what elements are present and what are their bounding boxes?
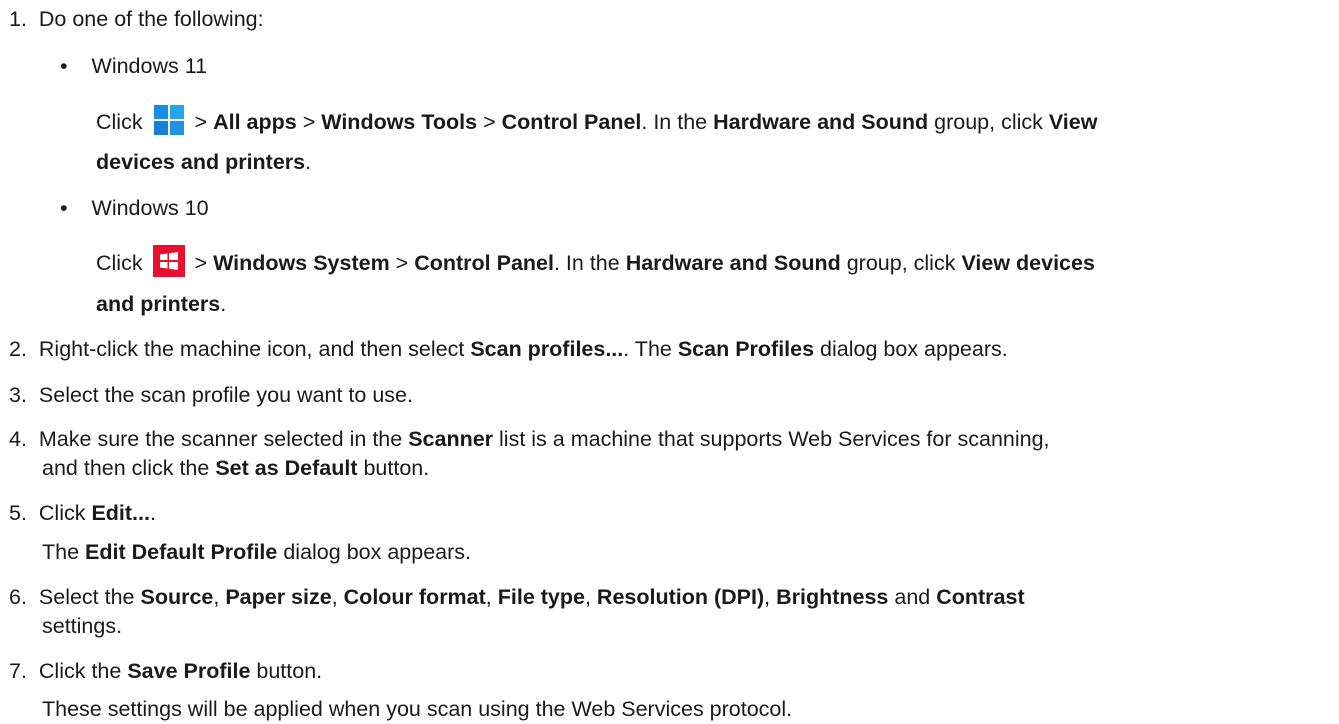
- step-number: 1.: [9, 7, 27, 31]
- step-7-line-2: These settings will be applied when you …: [42, 697, 793, 721]
- windows-11-instructions-line-1: Click > All apps > Windows Tools > Contr…: [96, 105, 1098, 136]
- step-1: 1. Do one of the following:: [9, 7, 264, 31]
- step-number: 7.: [9, 659, 27, 683]
- bullet: •: [60, 54, 68, 78]
- save-profile-label: Save Profile: [127, 659, 251, 683]
- step-2: 2. Right-click the machine icon, and the…: [9, 337, 1008, 361]
- windows-system-label: Windows System: [213, 251, 390, 275]
- resolution-label: Resolution (DPI): [596, 585, 765, 609]
- and-printers-label: and printers: [96, 292, 221, 316]
- step-number: 3.: [9, 383, 27, 407]
- file-type-label: File type: [497, 585, 585, 609]
- windows-10-instructions-line-1: Click > Windows System > Control Panel. …: [96, 245, 1095, 278]
- source-label: Source: [140, 585, 214, 609]
- paper-size-label: Paper size: [225, 585, 332, 609]
- windows-11-label: Windows 11: [91, 54, 208, 78]
- step-3: 3. Select the scan profile you want to u…: [9, 383, 413, 407]
- windows-10-label: Windows 10: [91, 196, 209, 220]
- windows-10-start-icon: [152, 245, 185, 278]
- set-as-default-label: Set as Default: [215, 456, 358, 480]
- windows-11-item: • Windows 11: [60, 54, 207, 78]
- edit-default-profile-label: Edit Default Profile: [85, 540, 278, 564]
- view-devices-label: View devices: [961, 251, 1095, 275]
- step-text: Do one of the following:: [38, 7, 264, 31]
- view-label: View: [1048, 110, 1098, 134]
- step-7: 7. Click the Save Profile button.: [9, 659, 323, 683]
- step-4: 4. Make sure the scanner selected in the…: [9, 427, 1050, 451]
- windows-10-instructions-line-2: and printers.: [96, 292, 227, 316]
- step-number: 2.: [9, 337, 27, 361]
- bullet: •: [60, 196, 68, 220]
- control-panel-label: Control Panel: [414, 251, 554, 275]
- colour-format-label: Colour format: [343, 585, 486, 609]
- step-number: 5.: [9, 501, 27, 525]
- devices-and-printers-label: devices and printers: [96, 150, 306, 174]
- hardware-and-sound-label: Hardware and Sound: [713, 110, 929, 134]
- edit-label: Edit...: [91, 501, 150, 525]
- windows-11-instructions-line-2: devices and printers.: [96, 150, 312, 174]
- contrast-label: Contrast: [936, 585, 1025, 609]
- step-number: 4.: [9, 427, 27, 451]
- windows-10-item: • Windows 10: [60, 196, 209, 220]
- hardware-and-sound-label: Hardware and Sound: [625, 251, 841, 275]
- step-4-line-2: and then click the Set as Default button…: [42, 456, 430, 480]
- windows-11-start-icon: [153, 105, 184, 136]
- step-5: 5. Click Edit....: [9, 501, 156, 525]
- scan-profiles-menu-label: Scan profiles...: [470, 337, 624, 361]
- brightness-label: Brightness: [776, 585, 889, 609]
- scanner-label: Scanner: [408, 427, 494, 451]
- windows-tools-label: Windows Tools: [321, 110, 478, 134]
- scan-profiles-dialog-label: Scan Profiles: [677, 337, 815, 361]
- step-6-line-2: settings.: [42, 614, 123, 638]
- all-apps-label: All apps: [213, 110, 297, 134]
- control-panel-label: Control Panel: [501, 110, 642, 134]
- step-5-line-2: The Edit Default Profile dialog box appe…: [42, 540, 471, 564]
- step-number: 6.: [9, 585, 27, 609]
- step-6: 6. Select the Source, Paper size, Colour…: [9, 585, 1025, 609]
